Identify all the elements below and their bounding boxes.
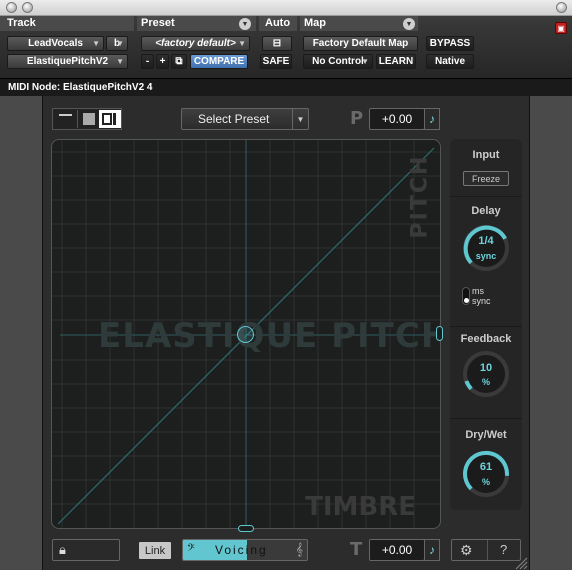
window-titlebar bbox=[0, 0, 572, 16]
lock-link-group: 🔒︎ Link bbox=[52, 539, 171, 561]
drywet-value: 61 bbox=[479, 461, 493, 473]
timbre-slider-handle[interactable] bbox=[238, 525, 254, 532]
input-section: Input Freeze bbox=[450, 139, 522, 197]
close-plugin-icon[interactable]: ▣ bbox=[555, 22, 567, 34]
input-label: Input bbox=[472, 149, 500, 161]
native-button[interactable]: Native bbox=[426, 54, 474, 69]
dropdown-arrow-icon: ▼ bbox=[116, 39, 124, 48]
midi-node-bar: MIDI Node: ElastiquePitchV2 4 bbox=[0, 78, 572, 96]
pitch-slider-handle[interactable] bbox=[436, 326, 443, 341]
pad-watermark-title: ELASTIQUE PITCH V2 bbox=[98, 316, 441, 356]
delay-knob[interactable]: 1/4 sync bbox=[461, 223, 511, 273]
midi-node-label: MIDI Node: ElastiquePitchV2 4 bbox=[8, 82, 153, 93]
treble-clef-icon: 𝄞 bbox=[295, 542, 303, 556]
voicing-label: Voicing bbox=[215, 543, 268, 557]
close-window-button[interactable] bbox=[6, 2, 17, 13]
track-selector[interactable]: LeadVocals ▼ bbox=[7, 36, 104, 51]
pitch-letter: P bbox=[350, 108, 364, 129]
safe-button[interactable]: SAFE bbox=[260, 54, 292, 69]
minimize-window-button[interactable] bbox=[22, 2, 33, 13]
ms-label: ms bbox=[472, 286, 484, 296]
control-selector[interactable]: No Control ▼ bbox=[303, 54, 373, 69]
xy-pad[interactable]: ELASTIQUE PITCH V2 PITCH TIMBRE bbox=[51, 139, 441, 529]
automation-window-icon[interactable]: ⊟ bbox=[262, 36, 292, 51]
dropdown-arrow-icon: ▼ bbox=[92, 39, 100, 48]
timbre-value-field[interactable]: +0.00 bbox=[369, 539, 425, 561]
plugin-selector[interactable]: ElastiquePitchV2 ▼ bbox=[7, 54, 128, 69]
xy-cursor-handle[interactable] bbox=[237, 326, 254, 343]
timbre-letter: T bbox=[350, 539, 363, 560]
right-control-panel: Input Freeze Delay 1/4 sync ms sync Feed… bbox=[450, 139, 522, 510]
bass-clef-icon: 𝄢 bbox=[187, 542, 195, 556]
learn-button[interactable]: LEARN bbox=[376, 54, 416, 69]
select-preset-dropdown[interactable]: Select Preset ▼ bbox=[181, 108, 309, 130]
delay-value: 1/4 bbox=[478, 235, 494, 247]
view-compact-icon[interactable] bbox=[55, 110, 77, 128]
link-button[interactable]: Link bbox=[139, 542, 171, 559]
pitch-axis-label: PITCH bbox=[407, 154, 433, 239]
feedback-knob[interactable]: 10 % bbox=[461, 349, 511, 399]
compare-button[interactable]: COMPARE bbox=[190, 54, 248, 69]
delay-unit: sync bbox=[475, 251, 497, 261]
delay-mode-toggle[interactable] bbox=[462, 287, 470, 305]
host-header: Track Preset ▼ Auto Map ▼ LeadVocals ▼ b ▼… bbox=[0, 16, 572, 78]
sync-label: sync bbox=[472, 296, 491, 306]
timbre-axis-label: TIMBRE bbox=[305, 492, 416, 522]
drywet-section: Dry/Wet 61 % bbox=[450, 419, 522, 510]
pitch-value-field[interactable]: +0.00 bbox=[369, 108, 425, 130]
gear-icon[interactable]: ⚙ bbox=[460, 542, 473, 559]
drywet-unit: % bbox=[481, 477, 490, 487]
resize-grip-icon[interactable] bbox=[514, 556, 528, 570]
copy-settings-icon[interactable]: ⧉ bbox=[171, 54, 187, 69]
view-mode-selector[interactable] bbox=[52, 108, 122, 130]
voicing-slider[interactable]: 𝄢 Voicing 𝄞 bbox=[182, 539, 308, 561]
feedback-value: 10 bbox=[479, 362, 493, 374]
dropdown-arrow-icon: ▼ bbox=[116, 57, 124, 66]
map-header: Map bbox=[304, 17, 326, 29]
timbre-note-icon[interactable]: ♪ bbox=[424, 539, 440, 561]
preset-selector[interactable]: <factory default> ▼ bbox=[141, 36, 250, 51]
preset-next-button[interactable]: + bbox=[156, 54, 169, 69]
track-variant-selector[interactable]: b ▼ bbox=[106, 36, 128, 51]
toolbar-toggle-button[interactable] bbox=[556, 2, 567, 13]
bypass-button[interactable]: BYPASS bbox=[426, 36, 474, 51]
dropdown-arrow-icon: ▼ bbox=[292, 109, 308, 129]
drywet-label: Dry/Wet bbox=[465, 429, 507, 441]
pitch-note-icon[interactable]: ♪ bbox=[424, 108, 440, 130]
lock-icon[interactable]: 🔒︎ bbox=[59, 542, 66, 558]
dropdown-arrow-icon: ▼ bbox=[238, 39, 246, 48]
view-full-icon[interactable] bbox=[99, 110, 121, 128]
settings-help-group: ⚙ ? bbox=[451, 539, 521, 561]
freeze-button[interactable]: Freeze bbox=[463, 171, 509, 186]
drywet-knob[interactable]: 61 % bbox=[461, 449, 511, 499]
preset-header: Preset bbox=[141, 17, 175, 29]
feedback-section: Feedback 10 % bbox=[450, 327, 522, 419]
preset-previous-button[interactable]: - bbox=[141, 54, 154, 69]
map-menu-icon[interactable]: ▼ bbox=[403, 18, 415, 30]
feedback-label: Feedback bbox=[460, 333, 512, 345]
delay-label: Delay bbox=[471, 205, 501, 217]
preset-menu-icon[interactable]: ▼ bbox=[239, 18, 251, 30]
help-button[interactable]: ? bbox=[500, 542, 507, 557]
auto-header: Auto bbox=[265, 17, 291, 29]
feedback-unit: % bbox=[481, 377, 490, 387]
dropdown-arrow-icon: ▼ bbox=[361, 57, 369, 66]
track-header: Track bbox=[7, 17, 36, 29]
delay-section: Delay 1/4 sync ms sync bbox=[450, 197, 522, 327]
view-medium-icon[interactable] bbox=[77, 110, 99, 128]
map-selector[interactable]: Factory Default Map bbox=[303, 36, 418, 51]
